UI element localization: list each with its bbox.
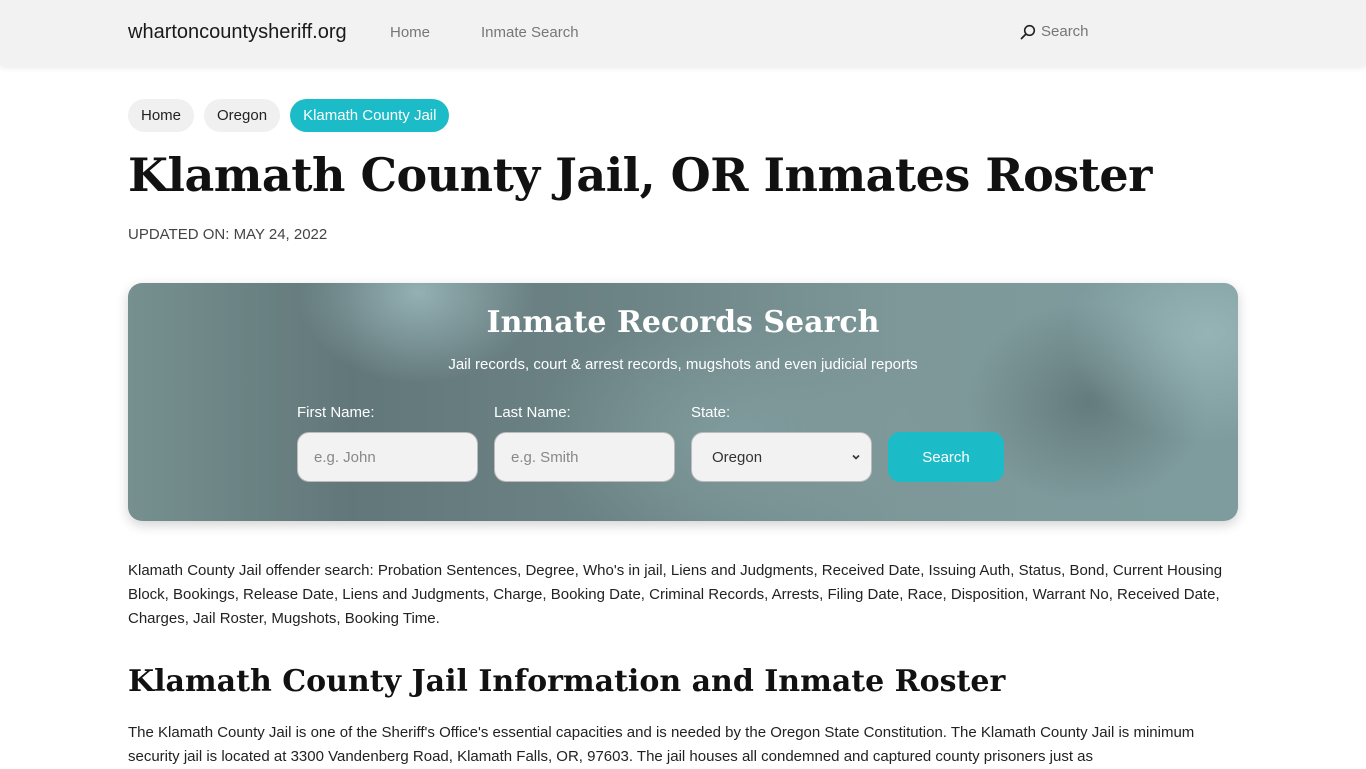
updated-date: UPDATED ON: MAY 24, 2022 — [128, 226, 328, 243]
inmate-search-panel: Inmate Records Search Jail records, cour… — [128, 283, 1238, 521]
navbar: whartoncountysheriff.org Home Inmate Sea… — [0, 0, 1366, 66]
nav-link-home[interactable]: Home — [390, 24, 430, 41]
chevron-down-icon — [851, 449, 861, 466]
breadcrumb: Home Oregon Klamath County Jail — [128, 99, 450, 132]
page-title: Klamath County Jail, OR Inmates Roster — [128, 148, 1152, 202]
search-button[interactable]: Search — [888, 432, 1004, 482]
breadcrumb-home[interactable]: Home — [128, 99, 195, 132]
nav-search-label: Search — [1041, 23, 1089, 40]
intro-paragraph: Klamath County Jail offender search: Pro… — [128, 562, 1223, 627]
search-panel-subtitle: Jail records, court & arrest records, mu… — [448, 356, 918, 373]
first-name-label: First Name: — [297, 404, 375, 421]
state-select-value: Oregon — [712, 448, 763, 466]
breadcrumb-current[interactable]: Klamath County Jail — [290, 99, 450, 132]
first-name-input[interactable] — [297, 432, 478, 482]
search-icon — [1020, 24, 1036, 40]
brand-link[interactable]: whartoncountysheriff.org — [128, 21, 347, 44]
last-name-label: Last Name: — [494, 404, 571, 421]
state-label: State: — [691, 404, 731, 421]
nav-search-button[interactable]: Search — [1020, 23, 1089, 40]
nav-link-inmate-search[interactable]: Inmate Search — [481, 24, 579, 41]
search-panel-title: Inmate Records Search — [486, 305, 880, 340]
section-title: Klamath County Jail Information and Inma… — [128, 664, 1006, 699]
section-body: The Klamath County Jail is one of the Sh… — [128, 724, 1195, 765]
breadcrumb-oregon[interactable]: Oregon — [204, 99, 281, 132]
last-name-input[interactable] — [494, 432, 675, 482]
state-select[interactable]: Oregon — [691, 432, 872, 482]
